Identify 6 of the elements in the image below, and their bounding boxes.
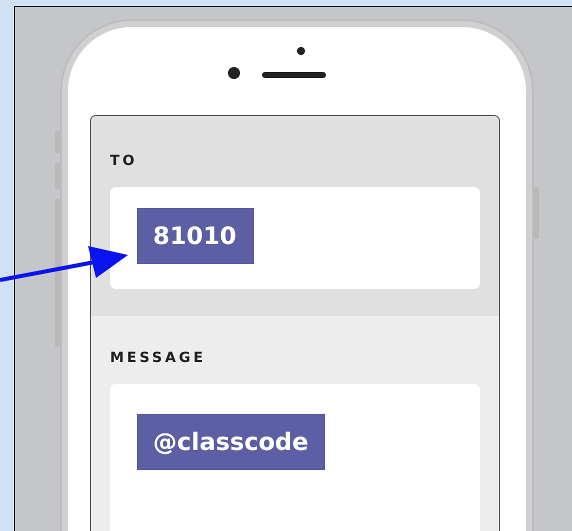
message-field[interactable]: @classcode xyxy=(110,384,480,531)
highlighted-number: 81010 xyxy=(137,208,254,264)
recipient-field[interactable]: 81010 xyxy=(110,187,480,289)
field-label: MESSAGE xyxy=(110,349,206,368)
field-label: TO xyxy=(110,152,138,171)
highlighted-code: @classcode xyxy=(137,414,326,470)
